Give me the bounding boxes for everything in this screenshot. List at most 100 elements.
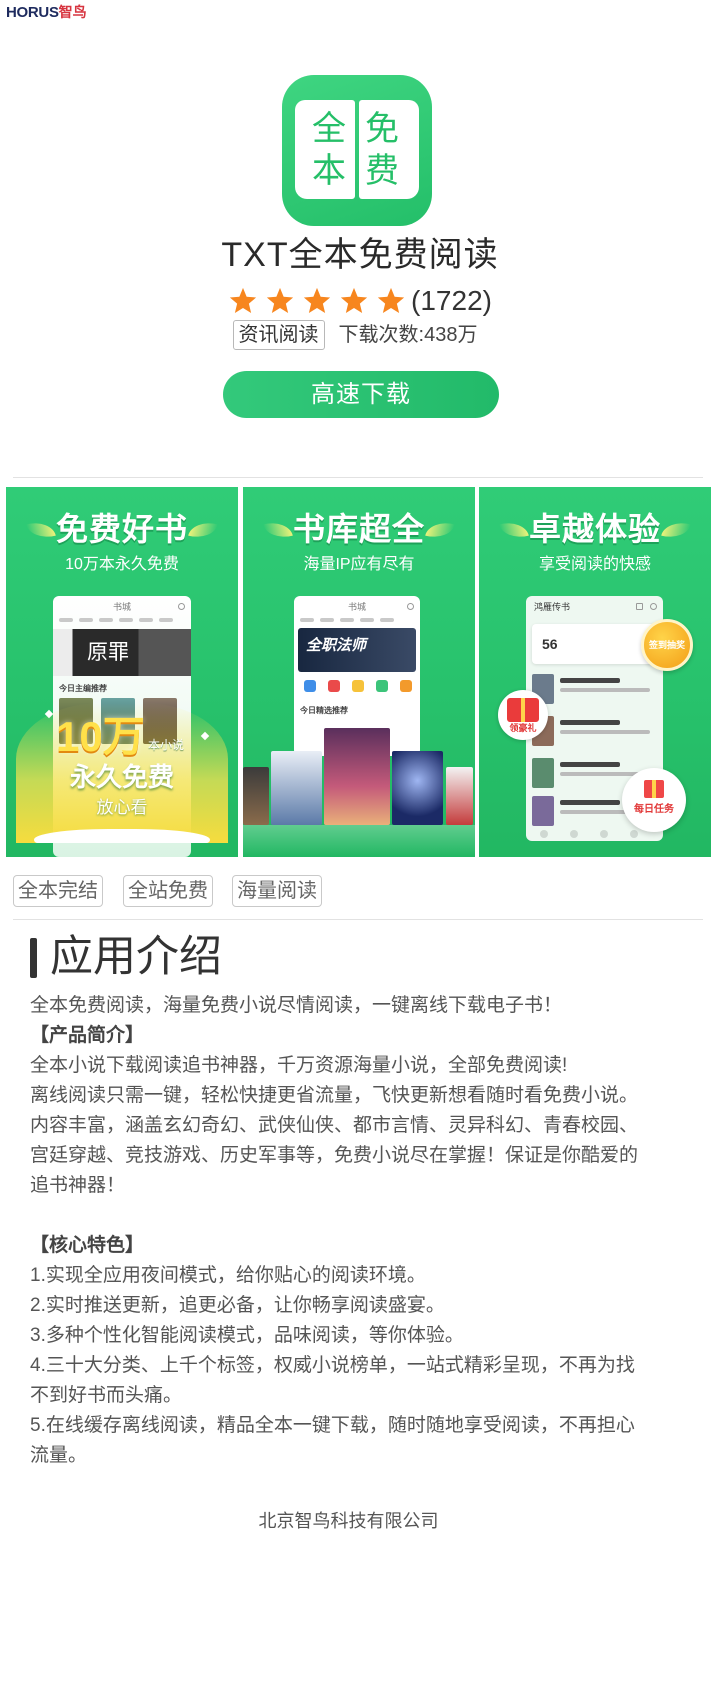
star-icon <box>303 287 331 313</box>
phone-header: 书城 <box>347 602 366 612</box>
screenshot-title-row: 卓越体验 <box>479 511 711 547</box>
screenshot-title-row: 免费好书 <box>6 511 238 547</box>
screenshot-subtitle: 享受阅读的快感 <box>538 556 651 573</box>
screenshot-title-row: 书库超全 <box>243 511 475 547</box>
category-tag: 资讯阅读 <box>232 320 325 350</box>
promo-sub-text: 放心看 <box>96 798 148 817</box>
search-icon <box>407 603 414 610</box>
description-line: 不到好书而头痛。 <box>30 1385 183 1406</box>
promo-main-text: 永久免费 <box>69 762 174 792</box>
book-cover <box>446 767 473 825</box>
app-meta: 资讯阅读 下载次数:438万 <box>0 320 710 350</box>
list-item <box>532 674 657 706</box>
brand-logo: HORUS智鸟 <box>6 3 87 22</box>
screenshot-library[interactable]: 书库超全 海量IP应有尽有 书城 全职法师 今日精选推荐 <box>243 487 475 857</box>
screenshot-experience[interactable]: 卓越体验 享受阅读的快感 鸿雁传书 56 签到抽奖 领豪礼 每日任务 <box>479 487 711 857</box>
banner-title: 原罪 <box>87 640 129 664</box>
icon-char: 免 <box>365 110 399 148</box>
promo-big-number: 10万 <box>56 713 145 760</box>
phone-bottom-nav <box>540 830 660 838</box>
checkin-badge: 签到抽奖 <box>641 619 693 671</box>
leaf-icon <box>26 518 56 542</box>
star-icon <box>266 287 294 313</box>
leaf-icon <box>425 518 455 542</box>
list-item <box>532 716 657 748</box>
book-cover <box>392 751 443 825</box>
heading-bar <box>30 938 37 978</box>
leaf-icon <box>661 518 691 542</box>
points-card: 56 <box>532 624 657 664</box>
download-button[interactable]: 高速下载 <box>223 371 499 418</box>
download-icon <box>636 603 643 610</box>
brand-logo-latin: HORUS <box>6 4 59 21</box>
leaf-icon <box>499 518 529 542</box>
search-icon <box>650 603 657 610</box>
phone-header: 鸿雁传书 <box>534 602 571 612</box>
description-line: 2.实时推送更新，追更必备，让你畅享阅读盛宴。 <box>30 1295 445 1316</box>
description-line: 宫廷穿越、竞技游戏、历史军事等，免费小说尽在掌握！保证是你酷爱的 <box>30 1145 639 1166</box>
description-line: 1.实现全应用夜间模式，给你贴心的阅读环境。 <box>30 1265 426 1286</box>
category-icons <box>304 680 420 692</box>
gift-label: 领豪礼 <box>509 723 537 733</box>
screenshot-title: 书库超全 <box>292 511 425 547</box>
app-description: 全本免费阅读，海量免费小说尽情阅读，一键离线下载电子书！ 【产品简介】 全本小说… <box>30 991 700 1471</box>
description-section-title: 【核心特色】 <box>30 1235 145 1256</box>
phone-section-title: 今日精选推荐 <box>300 706 348 715</box>
phone-tabs <box>300 618 400 622</box>
rating: (1722) <box>0 285 720 317</box>
app-title: TXT全本免费阅读 <box>221 236 499 274</box>
daily-task-icon: 每日任务 <box>622 768 686 832</box>
description-section-title: 【产品简介】 <box>30 1025 145 1046</box>
open-book-icon <box>34 829 210 843</box>
screenshot-free-books[interactable]: 免费好书 10万本永久免费 书城 原罪 今日主编推荐 10万 本小说 永久免费 … <box>6 487 238 857</box>
star-icon <box>340 287 368 313</box>
star-icon <box>229 287 257 313</box>
description-line: 追书神器！ <box>30 1175 126 1196</box>
leaf-icon <box>188 518 218 542</box>
company-footer: 北京智鸟科技有限公司 <box>258 1511 439 1531</box>
screenshot-title: 卓越体验 <box>528 511 661 547</box>
description-line: 全本小说下载阅读追书神器，千万资源海量小说，全部免费阅读! <box>30 1055 568 1076</box>
book-cover <box>243 767 269 825</box>
phone-banner: 原罪 <box>53 629 191 676</box>
divider <box>13 477 703 478</box>
description-line: 内容丰富，涵盖玄幻奇幻、武侠仙侠、都市言情、灵异科幻、青春校园、 <box>30 1115 639 1136</box>
task-label: 每日任务 <box>634 804 674 815</box>
feature-tag: 海量阅读 <box>232 875 322 907</box>
rating-count: (1722) <box>411 285 492 316</box>
description-line: 流量。 <box>30 1445 88 1466</box>
icon-char: 全 <box>312 110 346 148</box>
book-cover <box>271 751 322 825</box>
star-icon <box>377 287 405 313</box>
leaf-icon <box>263 518 293 542</box>
phone-banner: 全职法师 <box>298 628 416 672</box>
feature-tag: 全本完结 <box>13 875 103 907</box>
download-count: 下载次数:438万 <box>338 324 478 346</box>
icon-char: 本 <box>312 152 346 190</box>
book-cover <box>324 728 390 825</box>
description-lead: 全本免费阅读，海量免费小说尽情阅读，一键离线下载电子书！ <box>30 995 563 1016</box>
description-line: 3.多种个性化智能阅读模式，品味阅读，等你体验。 <box>30 1325 464 1346</box>
description-line: 离线阅读只需一键，轻松快捷更省流量，飞快更新想看随时看免费小说。 <box>30 1085 639 1106</box>
brand-logo-cn: 智鸟 <box>58 4 87 20</box>
checkin-label: 签到抽奖 <box>648 640 685 650</box>
app-icon: 全 免 本 费 <box>282 75 432 226</box>
phone-tabs <box>59 618 179 622</box>
phone-header: 书城 <box>112 602 131 612</box>
promo-small-text: 本小说 <box>148 738 185 752</box>
screenshot-title: 免费好书 <box>55 511 188 547</box>
section-heading: 应用介绍 <box>50 933 222 981</box>
feature-tag: 全站免费 <box>123 875 213 907</box>
icon-char: 费 <box>365 152 399 190</box>
points-value: 56 <box>542 636 558 652</box>
divider <box>13 919 703 920</box>
cover-reflection <box>243 825 475 857</box>
screenshot-subtitle: 海量IP应有尽有 <box>303 556 415 573</box>
description-line: 4.三十大分类、上千个标签，权威小说榜单，一站式精彩呈现，不再为找 <box>30 1355 635 1376</box>
search-icon <box>178 603 185 610</box>
description-line: 5.在线缓存离线阅读，精品全本一键下载，随时随地享受阅读，不再担心 <box>30 1415 635 1436</box>
screenshot-subtitle: 10万本永久免费 <box>65 556 179 573</box>
phone-section-title: 今日主编推荐 <box>59 684 107 693</box>
banner-title: 全职法师 <box>306 637 367 654</box>
